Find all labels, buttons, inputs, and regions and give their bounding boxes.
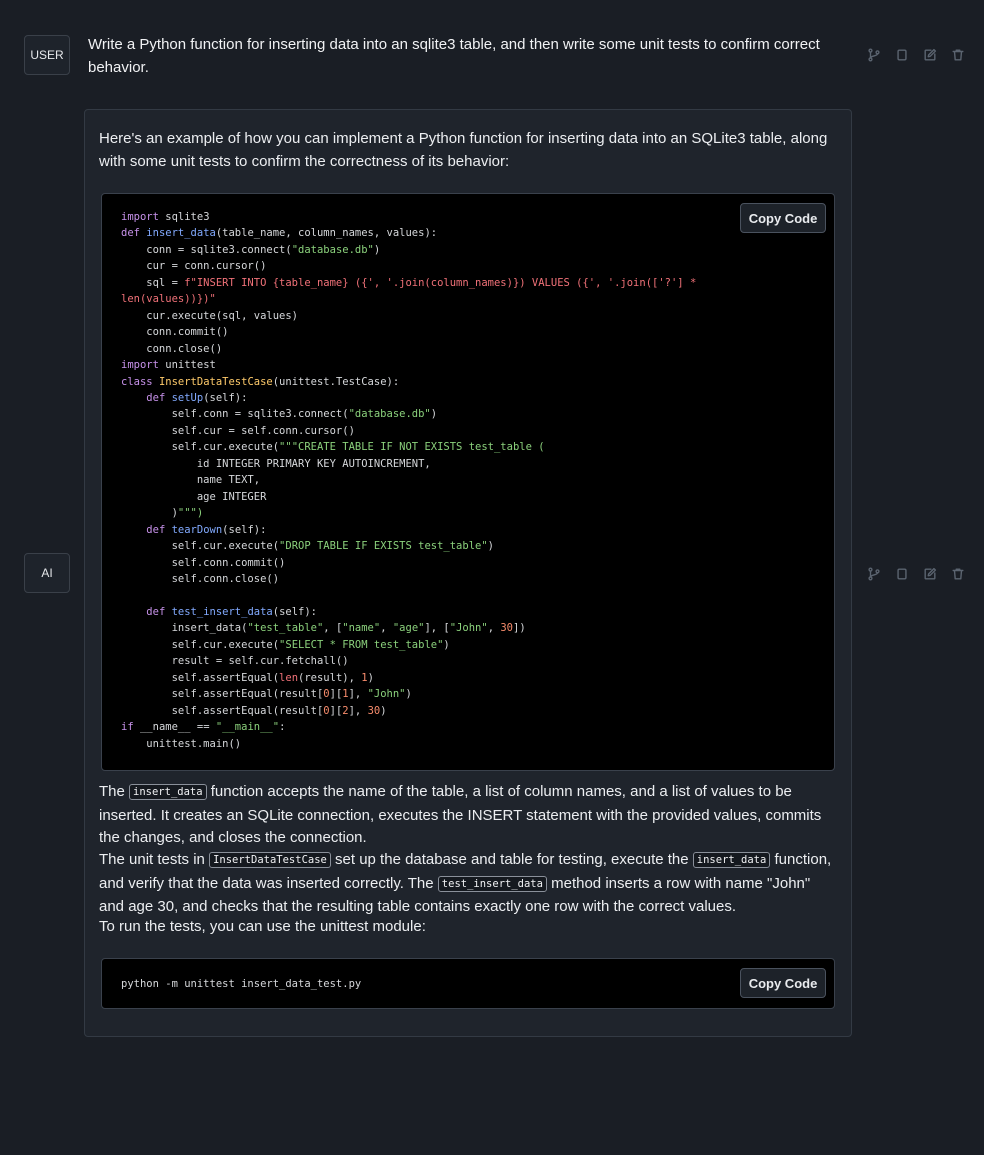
code-content: import sqlite3 def insert_data(table_nam… (121, 211, 697, 750)
edit-icon[interactable] (922, 566, 938, 582)
command-text: python -m unittest insert_data_test.py (121, 978, 362, 990)
user-message-actions (866, 47, 966, 63)
inline-code-insert-data: insert_data (129, 784, 207, 800)
ai-message-card: Here's an example of how you can impleme… (84, 109, 852, 1037)
user-message-text: Write a Python function for inserting da… (88, 36, 820, 76)
ai-message-actions (866, 566, 966, 582)
explanation-paragraph-2: The unit tests in InsertDataTestCase set… (99, 849, 835, 919)
copy-code-button[interactable]: Copy Code (740, 203, 826, 233)
ai-role-label: AI (41, 566, 53, 580)
ai-avatar: AI (24, 553, 70, 593)
branch-icon[interactable] (866, 47, 882, 63)
para1-text-before: The (99, 783, 130, 800)
inline-code-insert-data: insert_data (692, 852, 771, 868)
para1-text-after: function accepts the name of the table, … (99, 783, 822, 847)
para2-text-1: The unit tests in (99, 851, 210, 868)
trash-icon[interactable] (950, 47, 966, 63)
edit-icon[interactable] (922, 47, 938, 63)
ai-intro-text: Here's an example of how you can impleme… (99, 130, 828, 170)
para2-text-2: set up the database and table for testin… (330, 851, 693, 868)
inline-code-test-method: test_insert_data (437, 875, 547, 892)
explanation-paragraph-3: To run the tests, you can use the unitte… (99, 918, 426, 935)
user-avatar: USER (24, 35, 70, 75)
copy-code-button[interactable]: Copy Code (740, 968, 826, 998)
copy-icon[interactable] (894, 566, 910, 582)
branch-icon[interactable] (866, 566, 882, 582)
explanation-paragraph-1: The insert_data function accepts the nam… (99, 781, 835, 850)
shell-command-block: Copy Code python -m unittest insert_data… (101, 958, 835, 1009)
python-code-block: Copy Code import sqlite3 def insert_data… (101, 193, 835, 771)
trash-icon[interactable] (950, 566, 966, 582)
inline-code-testcase: InsertDataTestCase (209, 852, 331, 868)
user-role-label: USER (30, 48, 64, 62)
copy-icon[interactable] (894, 47, 910, 63)
